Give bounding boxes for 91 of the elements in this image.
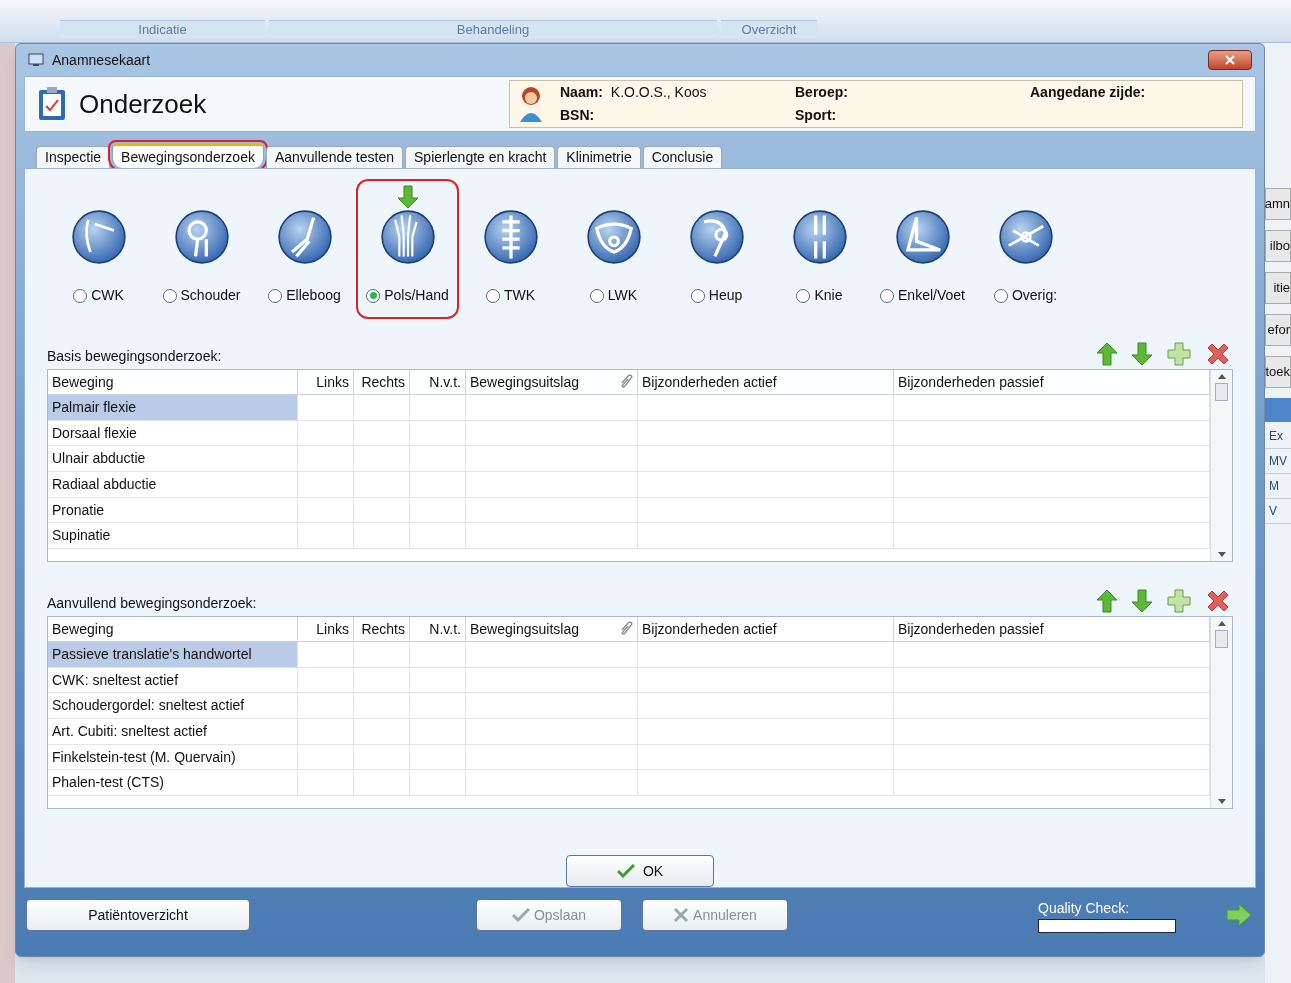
delete-icon[interactable] xyxy=(1205,588,1231,614)
page-title: Onderzoek xyxy=(79,87,208,121)
section-title: Basis bewegingsonderzoek: xyxy=(47,347,222,366)
background-cell: V xyxy=(1265,499,1291,524)
field-label: Aangedane zijde: xyxy=(1030,83,1146,102)
field-label: Beroep: xyxy=(795,83,848,102)
background-cell: MV xyxy=(1265,449,1291,474)
spine-icon[interactable] xyxy=(482,209,539,265)
radio-button[interactable] xyxy=(796,288,811,303)
tab[interactable]: Inspectie xyxy=(36,146,111,168)
neck-spine-icon[interactable] xyxy=(70,209,127,265)
table-cell[interactable]: Supinatie xyxy=(48,523,298,549)
scroll-up-icon[interactable] xyxy=(1217,621,1226,626)
checkmark-icon xyxy=(511,908,530,922)
table-cell[interactable]: Dorsaal flexie xyxy=(48,420,298,446)
ribbon-group-label: Behandeling xyxy=(269,20,717,38)
delete-icon[interactable] xyxy=(1205,341,1231,367)
field-value: K.O.O.S., Koos xyxy=(610,83,707,102)
radio-button[interactable] xyxy=(366,288,381,303)
scrollbar[interactable] xyxy=(1210,617,1232,808)
radio-button[interactable] xyxy=(73,288,88,303)
move-up-icon[interactable] xyxy=(1096,342,1118,366)
move-down-icon[interactable] xyxy=(1131,589,1153,613)
tab[interactable]: Spierlengte en kracht xyxy=(405,146,556,168)
field-label: Naam: xyxy=(560,83,603,102)
radio-button[interactable] xyxy=(880,288,895,303)
radio-option[interactable]: Pols/Hand xyxy=(366,285,449,306)
radio-button[interactable] xyxy=(485,288,500,303)
radio-option[interactable]: Enkel/Voet xyxy=(880,285,965,306)
checkmark-icon xyxy=(616,864,635,878)
table-cell[interactable]: Pronatie xyxy=(48,497,298,523)
radio-button[interactable] xyxy=(690,288,705,303)
hip-bone-icon[interactable] xyxy=(688,209,745,265)
ok-button[interactable]: OK xyxy=(566,855,714,887)
table-cell[interactable]: Ulnair abductie xyxy=(48,446,298,472)
background-header-bar xyxy=(1265,398,1291,422)
paperclip-icon xyxy=(619,621,633,637)
move-up-icon[interactable] xyxy=(1096,589,1118,613)
background-cell: M xyxy=(1265,474,1291,499)
scrollbar[interactable] xyxy=(1210,370,1232,561)
hand-bone-icon[interactable] xyxy=(379,209,436,265)
radio-button[interactable] xyxy=(162,288,177,303)
table-cell[interactable]: Art. Cubiti: sneltest actief xyxy=(48,719,298,744)
radio-option[interactable]: TWK xyxy=(485,285,536,306)
move-down-icon[interactable] xyxy=(1131,342,1153,366)
close-icon xyxy=(1225,55,1235,65)
field-label: BSN: xyxy=(560,106,595,125)
scroll-down-icon[interactable] xyxy=(1217,799,1226,804)
pelvis-icon[interactable] xyxy=(585,209,642,265)
section-title: Aanvullend bewegingsonderzoek: xyxy=(47,594,257,613)
table-cell[interactable]: Phalen-test (CTS) xyxy=(48,770,298,796)
table-cell[interactable]: Passieve translatie's handwortel xyxy=(48,642,298,667)
quality-check-label: Quality Check: xyxy=(1038,898,1131,918)
radio-option[interactable]: Elleboog xyxy=(268,285,341,306)
tab[interactable]: Conclusie xyxy=(642,146,723,168)
radio-button[interactable] xyxy=(268,288,283,303)
table-cell[interactable]: Palmair flexie xyxy=(48,395,298,420)
table-cell[interactable]: Finkelstein-test (M. Quervain) xyxy=(48,744,298,770)
table-cell[interactable]: Schoudergordel: sneltest actief xyxy=(48,693,298,719)
radio-option[interactable]: Overig: xyxy=(993,285,1058,306)
overview-button[interactable]: Patiëntoverzicht xyxy=(26,899,250,931)
skeleton-icon[interactable] xyxy=(997,209,1054,265)
scroll-thumb[interactable] xyxy=(1215,630,1228,648)
radio-option[interactable]: LWK xyxy=(589,285,638,306)
scroll-down-icon[interactable] xyxy=(1217,552,1226,557)
table-cell[interactable]: CWK: sneltest actief xyxy=(48,667,298,693)
window-title: Anamnesekaart xyxy=(52,50,151,70)
cross-icon xyxy=(673,907,690,923)
field-label: Sport: xyxy=(795,106,837,125)
clipboard-icon xyxy=(37,86,67,122)
tab[interactable]: Klinimetrie xyxy=(557,146,641,168)
patient-avatar-icon xyxy=(518,84,544,124)
paperclip-icon xyxy=(619,374,633,390)
radio-option[interactable]: Heup xyxy=(690,285,743,306)
radio-option[interactable]: CWK xyxy=(73,285,124,306)
radio-option[interactable]: Schouder xyxy=(162,285,241,306)
foot-bone-icon[interactable] xyxy=(894,209,951,265)
table-cell[interactable]: Radiaal abductie xyxy=(48,472,298,497)
down-arrow-icon[interactable] xyxy=(396,185,419,209)
elbow-bone-icon[interactable] xyxy=(276,209,333,265)
radio-button[interactable] xyxy=(993,288,1008,303)
scroll-thumb[interactable] xyxy=(1215,383,1228,401)
close-button[interactable] xyxy=(1208,50,1252,70)
knee-bone-icon[interactable] xyxy=(791,209,848,265)
radio-option[interactable]: Knie xyxy=(796,285,843,306)
radio-button[interactable] xyxy=(589,288,604,303)
tab[interactable]: Aanvullende testen xyxy=(265,146,403,168)
scroll-up-icon[interactable] xyxy=(1217,374,1226,379)
window-icon xyxy=(28,53,44,67)
background-cell: Ex xyxy=(1265,424,1291,449)
shoulder-bone-icon[interactable] xyxy=(173,209,230,265)
